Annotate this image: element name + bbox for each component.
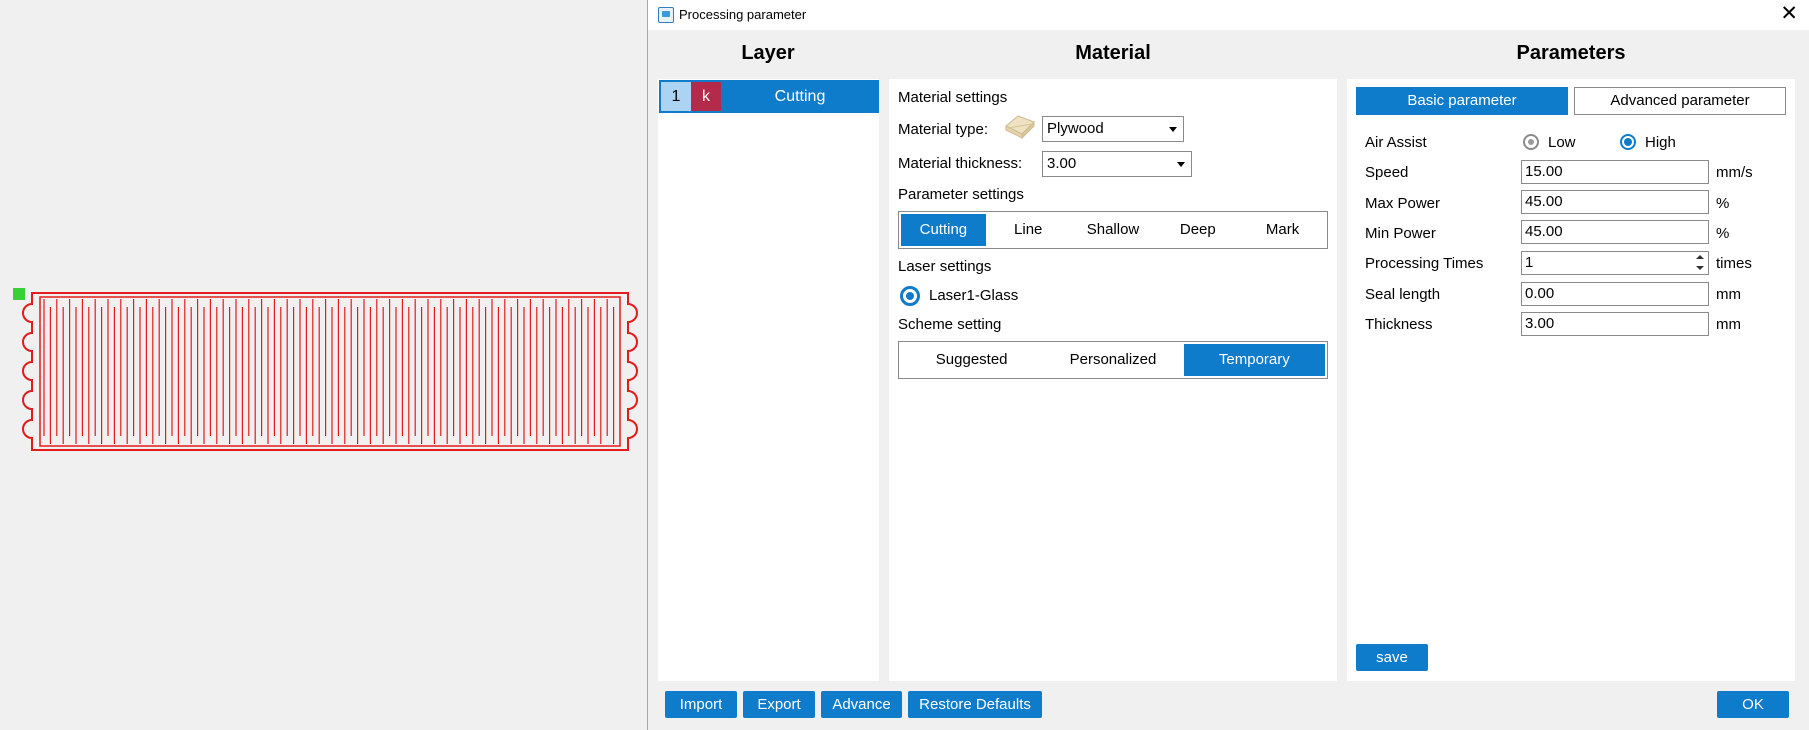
processing-times-stepper[interactable]: 1	[1521, 251, 1709, 275]
chevron-down-icon	[1169, 127, 1177, 132]
scheme-tabs: Suggested Personalized Temporary	[898, 341, 1328, 379]
advance-button[interactable]: Advance	[821, 691, 902, 718]
save-button[interactable]: save	[1356, 644, 1428, 671]
work-canvas[interactable]	[0, 0, 646, 730]
spin-down-icon[interactable]	[1696, 266, 1704, 270]
speed-unit: mm/s	[1716, 164, 1753, 181]
min-power-label: Min Power	[1365, 225, 1436, 242]
air-low-label: Low	[1548, 134, 1576, 151]
thickness-input[interactable]: 3.00	[1521, 312, 1709, 336]
layer-name: Cutting	[774, 88, 826, 105]
dialog-title: Processing parameter	[679, 7, 807, 22]
plywood-swatch-icon	[1005, 115, 1035, 140]
processing-times-label: Processing Times	[1365, 255, 1484, 272]
speed-label: Speed	[1365, 164, 1409, 181]
material-type-value: Plywood	[1047, 120, 1104, 137]
material-thickness-label: Material thickness:	[898, 155, 1023, 172]
spin-up-icon[interactable]	[1696, 255, 1704, 259]
tab-mark[interactable]: Mark	[1240, 214, 1325, 246]
layer-number: 1	[661, 82, 691, 111]
min-power-unit: %	[1716, 225, 1730, 242]
processing-times-value: 1	[1525, 254, 1534, 271]
parameter-settings-label: Parameter settings	[898, 186, 1024, 203]
seal-length-unit: mm	[1716, 286, 1741, 303]
tab-shallow[interactable]: Shallow	[1071, 214, 1156, 246]
material-type-dropdown[interactable]: Plywood	[1042, 116, 1184, 142]
air-low-radio[interactable]	[1523, 134, 1539, 150]
material-thickness-dropdown[interactable]: 3.00	[1042, 151, 1192, 177]
import-button[interactable]: Import	[665, 691, 737, 718]
restore-defaults-button[interactable]: Restore Defaults	[908, 691, 1042, 718]
seal-length-input[interactable]: 0.00	[1521, 282, 1709, 306]
tab-cutting[interactable]: Cutting	[901, 214, 986, 246]
tab-deep[interactable]: Deep	[1155, 214, 1240, 246]
laser-name: Laser1-Glass	[929, 287, 1019, 304]
scheme-setting-label: Scheme setting	[898, 316, 1002, 333]
air-assist-label: Air Assist	[1365, 134, 1427, 151]
seal-length-label: Seal length	[1365, 286, 1441, 303]
air-high-label: High	[1645, 134, 1676, 151]
scheme-temporary[interactable]: Temporary	[1183, 344, 1325, 376]
min-power-input[interactable]: 45.00	[1521, 220, 1709, 244]
selection-handle	[13, 288, 25, 300]
scheme-personalized[interactable]: Personalized	[1042, 344, 1183, 376]
layer-mode-badge: k	[691, 82, 721, 111]
parameters-header: Parameters	[1516, 42, 1626, 64]
parameter-type-tabs: Cutting Line Shallow Deep Mark	[898, 211, 1328, 249]
laser-settings-label: Laser settings	[898, 258, 992, 275]
material-header: Material	[1075, 42, 1151, 64]
max-power-label: Max Power	[1365, 195, 1441, 212]
tab-advanced-parameter[interactable]: Advanced parameter	[1574, 87, 1786, 115]
material-type-label: Material type:	[898, 121, 989, 138]
laser-radio[interactable]	[900, 286, 920, 306]
app-icon	[658, 7, 674, 23]
layer-row-1[interactable]: 1 k Cutting	[659, 80, 879, 113]
processing-times-unit: times	[1716, 255, 1752, 272]
close-icon[interactable]: ✕	[1780, 2, 1798, 26]
material-thickness-value: 3.00	[1047, 155, 1077, 172]
ok-button[interactable]: OK	[1717, 691, 1789, 718]
export-button[interactable]: Export	[743, 691, 815, 718]
scheme-suggested[interactable]: Suggested	[901, 344, 1042, 376]
layer-panel	[658, 79, 879, 681]
tab-basic-parameter[interactable]: Basic parameter	[1356, 87, 1568, 115]
max-power-unit: %	[1716, 195, 1730, 212]
speed-input[interactable]: 15.00	[1521, 160, 1709, 184]
max-power-input[interactable]: 45.00	[1521, 190, 1709, 214]
thickness-label: Thickness	[1365, 316, 1433, 333]
air-high-radio[interactable]	[1620, 134, 1636, 150]
thickness-unit: mm	[1716, 316, 1741, 333]
title-bar: Processing parameter ✕	[648, 0, 1809, 30]
design-outline	[22, 292, 638, 451]
layer-header: Layer	[741, 42, 795, 64]
tab-line[interactable]: Line	[986, 214, 1071, 246]
cutting-design[interactable]	[0, 0, 646, 730]
chevron-down-icon	[1177, 162, 1185, 167]
material-settings-label: Material settings	[898, 89, 1008, 106]
